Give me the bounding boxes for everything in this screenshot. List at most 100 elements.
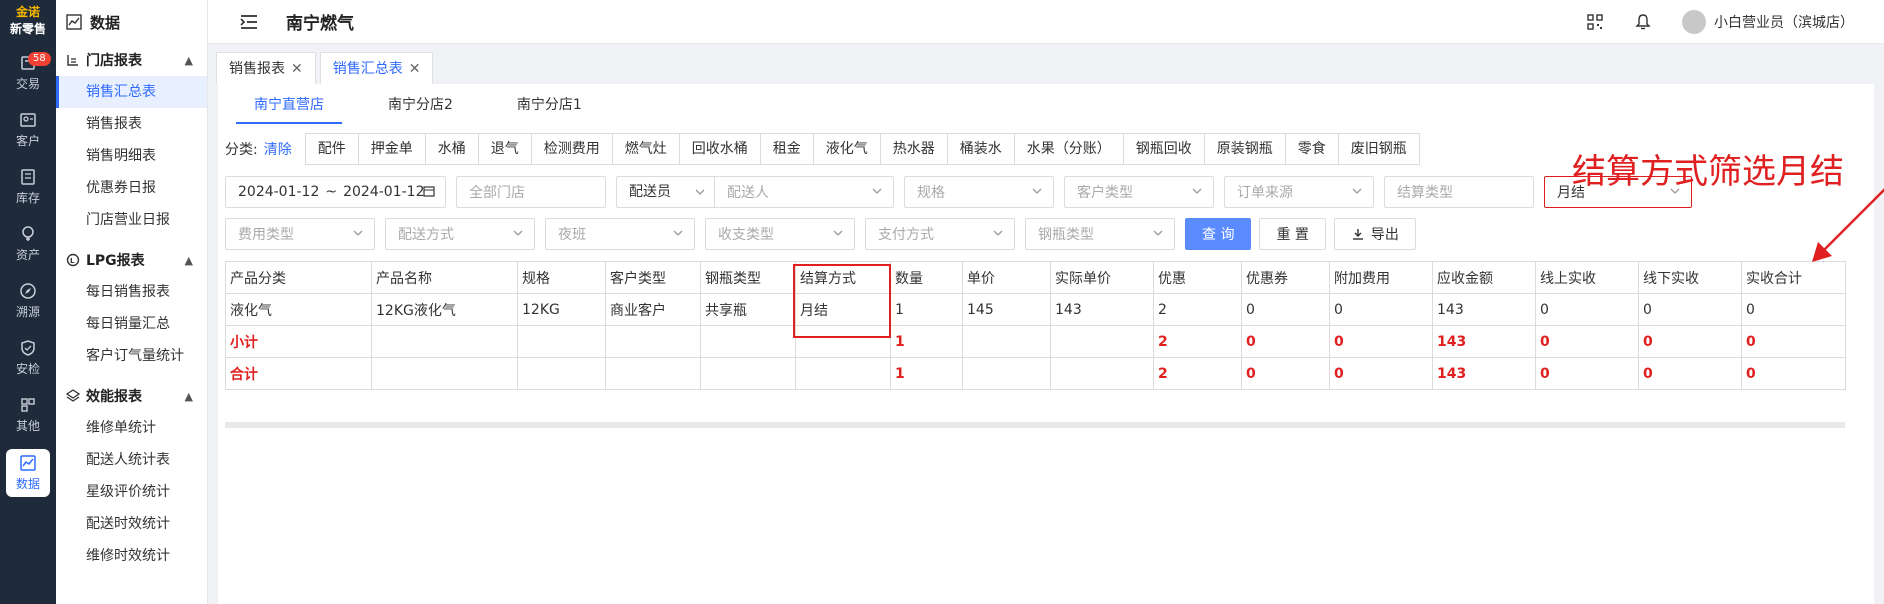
store-tab-branch2[interactable]: 南宁分店2	[370, 86, 471, 124]
column-header[interactable]: 线上实收	[1535, 261, 1639, 294]
rail-item-trace[interactable]: 溯源	[0, 272, 56, 329]
category-chip[interactable]: 退气	[477, 133, 532, 165]
table-cell: 0	[1638, 325, 1742, 358]
efficiency-icon	[66, 389, 80, 402]
sidebar-group-efficiency[interactable]: 效能报表 ▲	[56, 380, 207, 412]
sidebar-item-repair-time[interactable]: 维修时效统计	[56, 540, 207, 572]
table-cell: 0	[1535, 325, 1639, 358]
column-header[interactable]: 数量	[890, 261, 963, 294]
settle-type-select[interactable]: 结算类型	[1384, 176, 1534, 208]
horizontal-scrollbar[interactable]	[225, 422, 1845, 428]
fee-type-select[interactable]: 费用类型	[225, 218, 375, 250]
tab-sales-summary[interactable]: 销售汇总表 ✕	[319, 52, 434, 84]
qr-code-icon[interactable]	[1586, 13, 1604, 31]
column-header[interactable]: 客户类型	[605, 261, 701, 294]
category-chip[interactable]: 零食	[1284, 133, 1339, 165]
category-chip[interactable]: 配件	[304, 133, 359, 165]
category-chip[interactable]: 回收水桶	[678, 133, 761, 165]
category-chip[interactable]: 热水器	[879, 133, 948, 165]
annotation-text: 结算方式筛选月结	[1572, 152, 1844, 192]
customer-type-select[interactable]: 客户类型	[1064, 176, 1214, 208]
sidebar-item-coupon-daily[interactable]: 优惠券日报	[56, 172, 207, 204]
sidebar-item-store-daily[interactable]: 门店营业日报	[56, 204, 207, 236]
column-header[interactable]: 线下实收	[1638, 261, 1742, 294]
sidebar-item-courier-stats[interactable]: 配送人统计表	[56, 444, 207, 476]
payment-method-select[interactable]: 支付方式	[865, 218, 1015, 250]
avatar[interactable]	[1682, 9, 1706, 34]
category-chip[interactable]: 原装钢瓶	[1203, 133, 1286, 165]
table-cell: 2	[1153, 357, 1242, 390]
store-select[interactable]: 全部门店	[456, 176, 606, 208]
courier-input[interactable]: 配送人	[715, 182, 781, 202]
sidebar-item-sales-report[interactable]: 销售报表	[56, 108, 207, 140]
courier-filter[interactable]: 配送员 配送人	[616, 176, 894, 208]
store-tab-direct[interactable]: 南宁直营店	[236, 86, 342, 124]
category-chip[interactable]: 水果（分账）	[1013, 133, 1124, 165]
user-name[interactable]: 小白营业员（滨城店）	[1714, 12, 1854, 32]
rail-item-trade[interactable]: 58 交易	[0, 44, 56, 101]
column-header[interactable]: 单价	[962, 261, 1051, 294]
column-header[interactable]: 产品分类	[225, 261, 372, 294]
sidebar-item-sales-detail[interactable]: 销售明细表	[56, 140, 207, 172]
logo-line1: 金诺	[15, 5, 40, 19]
income-type-select[interactable]: 收支类型	[705, 218, 855, 250]
table-cell: 0	[1241, 293, 1330, 326]
rail-item-data[interactable]: 数据	[6, 449, 50, 497]
reset-button[interactable]: 重 置	[1259, 218, 1326, 250]
sidebar-item-delivery-time[interactable]: 配送时效统计	[56, 508, 207, 540]
bell-icon[interactable]	[1634, 13, 1652, 31]
category-chip[interactable]: 水桶	[424, 133, 479, 165]
sidebar-item-daily-sales[interactable]: 每日销售报表	[56, 276, 207, 308]
sidebar-item-sales-summary[interactable]: 销售汇总表	[56, 76, 207, 108]
rail-label: 交易	[15, 76, 40, 91]
close-icon[interactable]: ✕	[291, 54, 303, 84]
tab-label: 销售汇总表	[332, 60, 403, 77]
delivery-method-select[interactable]: 配送方式	[385, 218, 535, 250]
query-button[interactable]: 查 询	[1185, 218, 1252, 250]
order-source-select[interactable]: 订单来源	[1224, 176, 1374, 208]
column-header[interactable]: 附加费用	[1329, 261, 1433, 294]
category-chip[interactable]: 燃气灶	[611, 133, 680, 165]
app-rail: 金诺 新零售 58 交易 客户 库存 资产 溯源 安检 其他 数据	[0, 0, 56, 604]
column-header[interactable]: 产品名称	[371, 261, 518, 294]
column-header[interactable]: 实际单价	[1050, 261, 1154, 294]
sidebar-group-lpg-reports[interactable]: L LPG报表 ▲	[56, 244, 207, 276]
category-chip[interactable]: 钢瓶回收	[1122, 133, 1205, 165]
export-button[interactable]: 导出	[1333, 218, 1416, 250]
night-shift-select[interactable]: 夜班	[545, 218, 695, 250]
sidebar-group-store-reports[interactable]: 门店报表 ▲	[56, 44, 207, 76]
tab-sales-report[interactable]: 销售报表 ✕	[216, 52, 316, 84]
rail-item-safety[interactable]: 安检	[0, 329, 56, 386]
close-icon[interactable]: ✕	[409, 54, 421, 84]
category-chip[interactable]: 检测费用	[530, 133, 613, 165]
sidebar-item-customer-gas[interactable]: 客户订气量统计	[56, 340, 207, 372]
rail-item-customer[interactable]: 客户	[0, 101, 56, 158]
clear-link[interactable]: 清除	[264, 139, 292, 159]
column-header[interactable]: 优惠	[1153, 261, 1242, 294]
column-header[interactable]: 优惠券	[1241, 261, 1330, 294]
category-chip[interactable]: 押金单	[357, 133, 426, 165]
rail-item-other[interactable]: 其他	[0, 386, 56, 443]
sidebar-item-repair-stats[interactable]: 维修单统计	[56, 412, 207, 444]
sidebar-item-rating-stats[interactable]: 星级评价统计	[56, 476, 207, 508]
category-chip[interactable]: 废旧钢瓶	[1337, 133, 1420, 165]
rail-label: 数据	[15, 477, 40, 491]
column-header[interactable]: 应收金额	[1432, 261, 1536, 294]
column-header[interactable]: 规格	[517, 261, 606, 294]
table-cell: 1	[890, 357, 963, 390]
column-header[interactable]: 钢瓶类型	[700, 261, 796, 294]
store-tab-branch1[interactable]: 南宁分店1	[499, 86, 600, 124]
table-cell	[605, 325, 701, 358]
rail-item-asset[interactable]: 资产	[0, 215, 56, 272]
sidebar-item-daily-volume[interactable]: 每日销量汇总	[56, 308, 207, 340]
menu-fold-icon[interactable]	[238, 11, 260, 33]
courier-type-select[interactable]: 配送员	[617, 177, 715, 207]
category-chip[interactable]: 租金	[759, 133, 814, 165]
cylinder-type-select[interactable]: 钢瓶类型	[1025, 218, 1175, 250]
spec-select[interactable]: 规格	[904, 176, 1054, 208]
table-header-row: 产品分类 产品名称 规格 客户类型 钢瓶类型 结算方式 数量 单价 实际单价 优…	[225, 261, 1846, 294]
rail-item-inventory[interactable]: 库存	[0, 158, 56, 215]
date-range-picker[interactable]: 2024-01-12 ~ 2024-01-12	[225, 176, 446, 208]
category-chip[interactable]: 液化气	[812, 133, 881, 165]
category-chip[interactable]: 桶装水	[946, 133, 1015, 165]
